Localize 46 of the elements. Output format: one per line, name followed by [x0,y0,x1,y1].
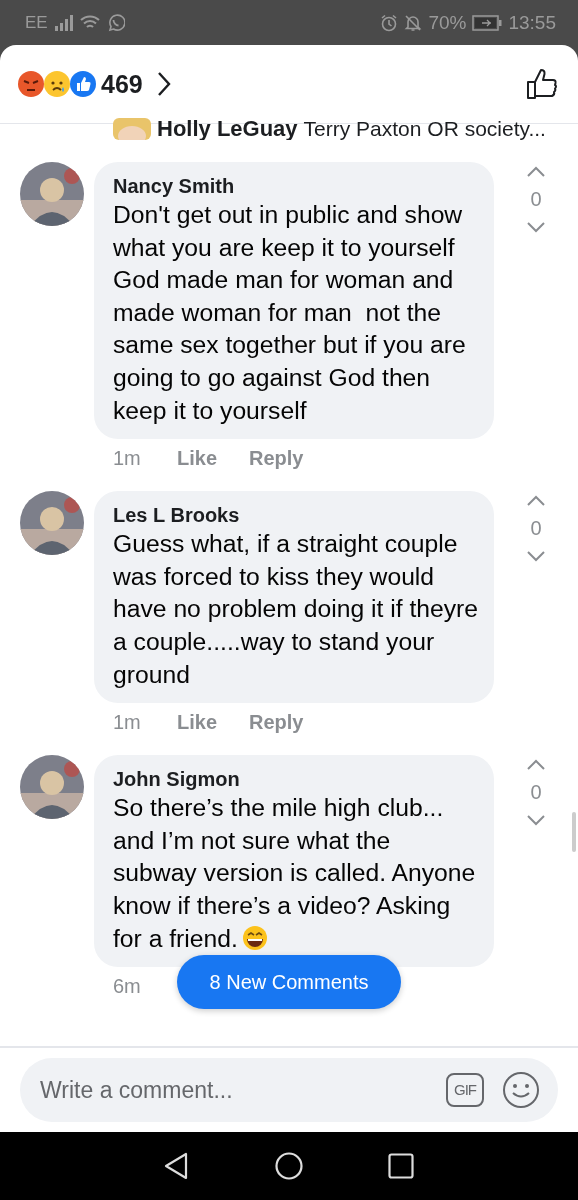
comment-time: 1m [113,710,142,734]
commenter-name[interactable]: Les L Brooks [113,502,480,529]
gif-button[interactable]: GIF [446,1073,484,1107]
upvote-icon[interactable] [526,759,546,772]
reply-text: Terry Paxton OR society... [303,118,546,140]
comment-text: Guess what, if a straight couple was forced to kiss they would have no problem doing it if theyre a couple.....way to stand your ground [113,530,480,688]
like-link[interactable]: Like [177,446,218,470]
sad-face-icon [43,70,71,98]
reply-author[interactable]: Holly LeGuay [157,118,298,140]
downvote-icon[interactable] [526,814,546,827]
muted-bell-icon [404,13,423,32]
angry-face-icon [17,70,45,98]
back-icon[interactable] [164,1152,190,1180]
whatsapp-icon [106,13,125,32]
commenter-name[interactable]: John Sigmon [113,766,480,793]
like-link[interactable]: Like [177,710,218,734]
downvote-icon[interactable] [526,221,546,233]
vote-count: 0 [530,781,542,805]
vote-count: 0 [530,188,542,211]
home-icon[interactable] [275,1152,303,1180]
alarm-icon [380,13,399,32]
recent-apps-icon[interactable] [388,1153,414,1179]
scrollbar [572,812,576,852]
downvote-icon[interactable] [526,550,546,563]
reply-link[interactable]: Reply [249,710,304,734]
vote-count: 0 [530,517,542,541]
clock-time: 13:55 [508,11,556,34]
comment-time: 1m [113,446,142,470]
comment-text: Don't get out in public and show what you are keep it to yourself God made man for woman and made woman for man not the same sex together but if you are going to go against God then keep it to yourself [113,201,467,424]
chevron-right-icon[interactable] [156,71,171,97]
comment-time: 6m [113,974,142,998]
comment-text: So there’s the mile high club... and I’m not sure what the subway version is called. Anyone know if there’s a video? Asking for a friend. [113,794,477,952]
emoji-icon[interactable] [502,1071,540,1109]
thumbs-up-icon[interactable] [526,68,558,100]
upvote-icon[interactable] [526,495,546,508]
upvote-icon[interactable] [526,166,546,178]
comment-field[interactable]: Write a comment... GIF [20,1058,558,1122]
reply-link[interactable]: Reply [249,446,304,470]
signal-icon [54,14,73,31]
new-comments-button[interactable]: 8 New Comments [177,955,401,1009]
battery-percent: 70% [428,11,467,34]
like-reaction-icon [69,70,97,98]
reaction-count[interactable]: 469 [101,69,143,99]
battery-icon [472,14,503,31]
commenter-name[interactable]: Nancy Smith [113,173,480,199]
carrier-name: EE [25,12,48,33]
